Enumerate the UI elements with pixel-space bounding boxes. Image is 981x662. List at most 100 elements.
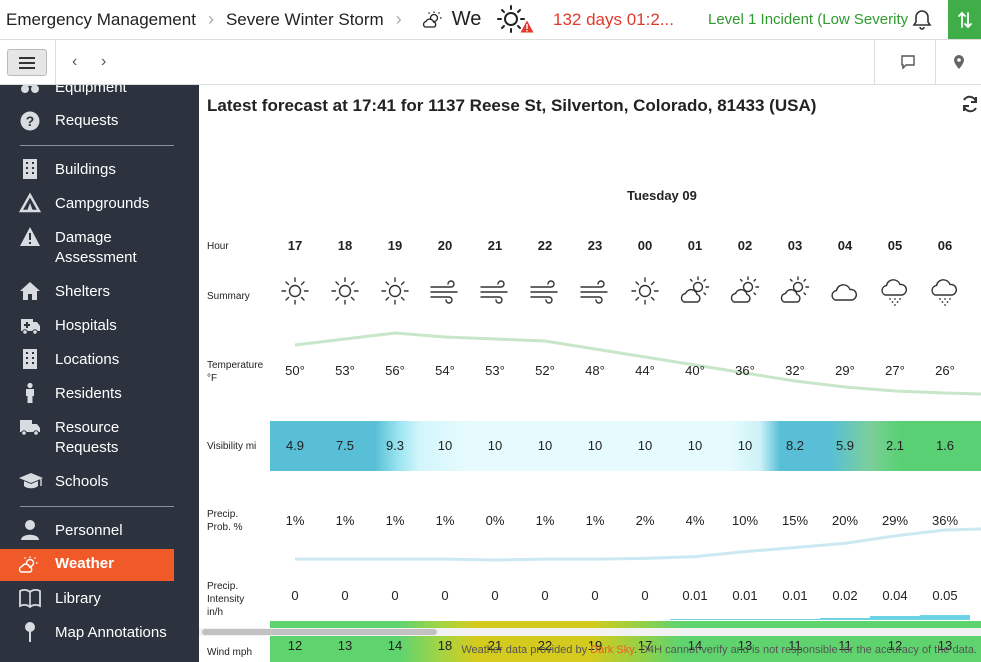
- warning-icon: [20, 227, 40, 246]
- bell-icon[interactable]: [912, 9, 932, 35]
- sort-arrows-icon: [957, 11, 972, 29]
- sun-icon: [281, 277, 309, 305]
- forecast-table: Tuesday 09 Hour Summary Temperature °F V…: [199, 128, 981, 662]
- person-icon: [26, 382, 34, 403]
- precip-prob-cell: 1%: [335, 513, 355, 528]
- divider: [935, 40, 936, 84]
- precip-prob-line: [295, 527, 981, 562]
- precip-prob-cell: 1%: [535, 513, 555, 528]
- book-icon: [19, 589, 41, 609]
- temperature-cell: 32°: [785, 363, 805, 378]
- partly-cloudy-icon: [680, 276, 710, 303]
- breadcrumb-weather[interactable]: We: [452, 8, 482, 31]
- sidebar-item-hospitals[interactable]: Hospitals: [0, 316, 199, 338]
- warning-badge-icon: [520, 20, 534, 33]
- breadcrumb-emergency-management[interactable]: Emergency Management: [6, 10, 196, 30]
- weather-icon: [18, 556, 38, 573]
- precip-prob-cell: 1%: [585, 513, 605, 528]
- forecast-panel: Latest forecast at 17:41 for 1137 Reese …: [199, 85, 981, 662]
- precip-intensity-cell: 0.02: [832, 588, 858, 603]
- day-label: Tuesday 09: [627, 188, 697, 203]
- precip-prob-cell: 0%: [485, 513, 505, 528]
- visibility-cell: 10: [687, 438, 703, 453]
- visibility-cell: 10: [437, 438, 453, 453]
- hour-cell: 03: [787, 238, 803, 253]
- partly-cloudy-icon: [422, 11, 444, 29]
- page-title: Latest forecast at 17:41 for 1137 Reese …: [207, 96, 817, 115]
- sort-button[interactable]: [948, 0, 981, 39]
- sidebar-item-schools[interactable]: Schools: [0, 472, 199, 494]
- user-icon: [21, 520, 39, 540]
- scrollbar-thumb[interactable]: [202, 629, 437, 635]
- precip-prob-cell: 20%: [831, 513, 859, 528]
- precip-intensity-cell: 0.05: [932, 588, 958, 603]
- partly-cloudy-icon: [730, 276, 760, 303]
- top-bar: Emergency Management › Severe Winter Sto…: [0, 0, 981, 40]
- hour-cell: 21: [487, 238, 503, 253]
- precip-prob-cell: 4%: [685, 513, 705, 528]
- row-label-precip-prob: Precip. Prob. %: [207, 509, 243, 533]
- precip-prob-cell: 1%: [435, 513, 455, 528]
- back-arrow-icon[interactable]: ‹: [72, 53, 77, 71]
- sidebar-item-equipment[interactable]: Equipment: [0, 85, 199, 98]
- precip-intensity-bar: [820, 618, 870, 620]
- sidebar-item-locations[interactable]: Locations: [0, 349, 199, 372]
- breadcrumb-severe-winter-storm[interactable]: Severe Winter Storm: [226, 10, 384, 30]
- sidebar-item-shelters[interactable]: Shelters: [0, 282, 199, 304]
- building-icon: [23, 159, 37, 179]
- temperature-cell: 50°: [285, 363, 305, 378]
- sidebar-item-residents[interactable]: Residents: [0, 382, 199, 406]
- precip-prob-cell: 29%: [881, 513, 909, 528]
- wind-cell: 14: [387, 638, 403, 653]
- precip-prob-cell: 10%: [731, 513, 759, 528]
- menu-toggle-button[interactable]: [7, 49, 47, 76]
- sidebar-item-requests[interactable]: ? Requests: [0, 111, 199, 133]
- horizontal-scrollbar[interactable]: [199, 628, 981, 636]
- temperature-cell: 29°: [835, 363, 855, 378]
- divider: [874, 40, 875, 84]
- sidebar-item-campgrounds[interactable]: Campgrounds: [0, 192, 199, 216]
- precip-intensity-bar: [920, 615, 970, 620]
- sidebar-item-resource-requests[interactable]: Resource Requests: [0, 418, 199, 460]
- sidebar-item-damage-assessment[interactable]: Damage Assessment: [0, 227, 199, 270]
- weather-alert-icon[interactable]: [496, 4, 534, 36]
- sidebar-item-personnel[interactable]: Personnel: [0, 520, 199, 543]
- row-label-summary: Summary: [207, 291, 250, 302]
- sidebar-item-library[interactable]: Library: [0, 589, 199, 611]
- pin-icon: [25, 622, 35, 642]
- sidebar-item-weather[interactable]: Weather: [0, 549, 174, 581]
- hour-cell: 05: [887, 238, 903, 253]
- dark-sky-link[interactable]: Dark Sky: [590, 644, 634, 656]
- precip-intensity-cell: 0: [541, 588, 549, 603]
- hour-cell: 19: [387, 238, 403, 253]
- sidebar-item-buildings[interactable]: Buildings: [0, 159, 199, 182]
- precip-prob-cell: 1%: [285, 513, 305, 528]
- refresh-icon[interactable]: [961, 95, 979, 118]
- precip-intensity-cell: 0.01: [732, 588, 758, 603]
- incident-level[interactable]: Level 1 Incident (Low Severity: [708, 11, 908, 28]
- graduation-cap-icon: [19, 473, 43, 489]
- hamburger-icon: [19, 56, 35, 69]
- hour-cell: 18: [337, 238, 353, 253]
- visibility-cell: 10: [537, 438, 553, 453]
- sidebar-divider: [20, 506, 174, 507]
- temperature-cell: 36°: [735, 363, 755, 378]
- hour-cell: 22: [537, 238, 553, 253]
- temperature-cell: 44°: [635, 363, 655, 378]
- sidebar-item-map-annotations[interactable]: Map Annotations: [0, 622, 199, 645]
- row-label-hour: Hour: [207, 241, 229, 252]
- forward-arrow-icon[interactable]: ›: [101, 53, 106, 71]
- temperature-cell: 26°: [935, 363, 955, 378]
- map-pin-icon[interactable]: [952, 54, 966, 75]
- precip-intensity-cell: 0: [391, 588, 399, 603]
- temperature-cell: 54°: [435, 363, 455, 378]
- breadcrumb-separator: ›: [395, 9, 402, 29]
- comment-icon[interactable]: [900, 54, 916, 75]
- hour-cell: 23: [587, 238, 603, 253]
- home-icon: [20, 282, 40, 300]
- hour-cell: 20: [437, 238, 453, 253]
- precip-intensity-cell: 0: [341, 588, 349, 603]
- visibility-cell: 10: [737, 438, 753, 453]
- hour-cell: 01: [687, 238, 703, 253]
- precip-prob-cell: 1%: [385, 513, 405, 528]
